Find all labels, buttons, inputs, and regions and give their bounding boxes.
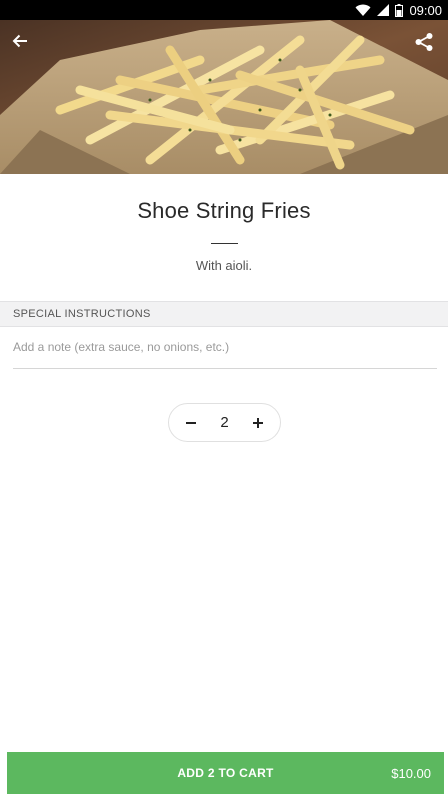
status-bar: 09:00 — [0, 0, 448, 20]
increment-button[interactable] — [246, 411, 270, 435]
add-to-cart-button[interactable]: ADD 2 TO CART $10.00 — [7, 752, 444, 794]
minus-icon — [186, 421, 196, 424]
item-title: Shoe String Fries — [137, 198, 311, 223]
quantity-stepper: 2 — [168, 403, 281, 442]
plus-icon — [253, 417, 263, 428]
fries-photo-illustration — [0, 20, 448, 174]
special-instructions-input[interactable] — [13, 336, 437, 369]
back-button[interactable] — [11, 32, 35, 56]
share-button[interactable] — [414, 32, 438, 56]
title-divider — [211, 243, 238, 244]
status-time: 09:00 — [409, 2, 442, 18]
quantity-value: 2 — [220, 414, 229, 431]
cart-price: $10.00 — [391, 765, 431, 781]
cell-signal-icon — [377, 4, 390, 16]
add-to-cart-label: ADD 2 TO CART — [177, 766, 274, 780]
special-instructions-header: SPECIAL INSTRUCTIONS — [0, 301, 448, 327]
battery-icon — [395, 3, 404, 17]
share-icon — [415, 33, 433, 51]
arrow-left-icon — [12, 34, 27, 48]
item-description: With aioli. — [195, 258, 253, 273]
decrement-button[interactable] — [179, 411, 203, 435]
item-photo — [0, 20, 448, 174]
wifi-icon — [355, 4, 371, 16]
special-instructions-label: SPECIAL INSTRUCTIONS — [13, 308, 151, 320]
